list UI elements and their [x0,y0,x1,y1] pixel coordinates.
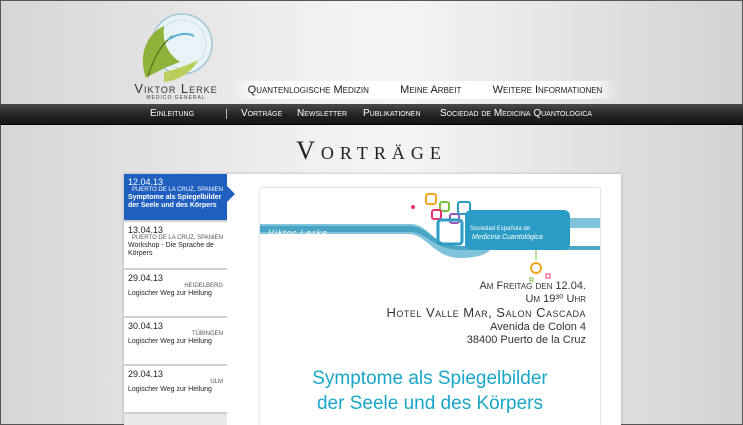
event-location: Tübingen [191,331,223,337]
brand-name: Viktor Lerke [134,81,218,96]
flyer-city-line: 38400 Puerto de la Cruz [466,334,586,346]
event-title: Logischer Weg zur Heilung [128,290,212,297]
main-nav-meine-arbeit[interactable]: Meine Arbeit [400,84,461,96]
event-date: 12.04.13 [128,177,164,187]
event-location: Puerto de la Cruz, Spanien [131,187,223,193]
sub-nav: Einleitung Vorträge Newsletter Publikati… [0,104,743,125]
event-item[interactable]: 29.04.13 Heidelberg Logischer Weg zur He… [124,270,227,318]
deco-square [439,201,450,212]
active-item-pointer-icon [227,186,235,202]
event-location: Puerto de la Cruz, Spanien [131,235,223,241]
flyer-speaker-role: Presidente / Medico General [282,237,346,243]
flyer-headline-2: der Seele und des Körpers [316,393,544,414]
flyer-date-line: Am Freitag den 12.04. [479,280,586,292]
event-item-active[interactable]: 12.04.13 Puerto de la Cruz, Spanien Symp… [124,174,227,222]
event-date: 29.04.13 [128,273,164,283]
flyer-venue-line: Hotel Valle Mar, Salon Cascada [386,305,586,320]
flyer-street-line: Avenida de Colon 4 [490,321,586,333]
sub-nav-newsletter[interactable]: Newsletter [297,108,347,119]
event-title: Symptome als Spiegelbilder der Seele und… [128,194,222,209]
event-location: Heidelberg [184,283,223,289]
sub-nav-einleitung[interactable]: Einleitung [150,108,194,119]
deco-dot [411,205,415,209]
flyer-society-line2: Medicina Cuantológica [472,234,543,241]
event-location: Ulm [210,379,223,385]
event-date: 29.04.13 [128,369,164,379]
sub-nav-sociedad[interactable]: Sociedad de Medicina Quantologica [440,108,592,119]
deco-square [431,209,442,220]
event-item[interactable]: 29.04.13 Ulm Logischer Weg zur Heilung [124,366,227,414]
event-title: Logischer Weg zur Heilung [128,386,212,393]
flyer-headline-1: Symptome als Spiegelbilder [312,368,548,389]
sub-nav-divider [226,109,227,119]
sub-nav-publikationen[interactable]: Publikationen [363,108,421,119]
flyer-society-line1: Sociedad Española de [470,226,531,232]
brand-subtitle: Medico General [146,95,206,101]
event-item[interactable]: 30.04.13 Tübingen Logischer Weg zur Heil… [124,318,227,366]
sub-nav-vortraege[interactable]: Vorträge [241,108,282,119]
page-title: Vorträge [296,136,447,165]
event-list: 12.04.13 Puerto de la Cruz, Spanien Symp… [124,174,227,425]
event-item[interactable]: 13.04.13 Puerto de la Cruz, Spanien Work… [124,222,227,270]
main-nav: Quantenlogische Medizin Meine Arbeit Wei… [232,81,618,99]
event-title: Logischer Weg zur Heilung [128,338,212,345]
event-date: 13.04.13 [128,225,164,235]
main-nav-quantenlogische-medizin[interactable]: Quantenlogische Medizin [248,84,369,96]
event-date: 30.04.13 [128,321,164,331]
deco-square [425,193,437,205]
flyer-time-line: Um 19³⁰ Uhr [525,293,586,305]
main-nav-weitere-informationen[interactable]: Weitere Informationen [493,84,603,96]
event-flyer-image: Viktor Lerke Presidente / Medico General… [260,188,600,425]
event-title: Workshop - Die Sprache de Körpers [128,242,214,257]
target-circle-icon [530,262,542,274]
